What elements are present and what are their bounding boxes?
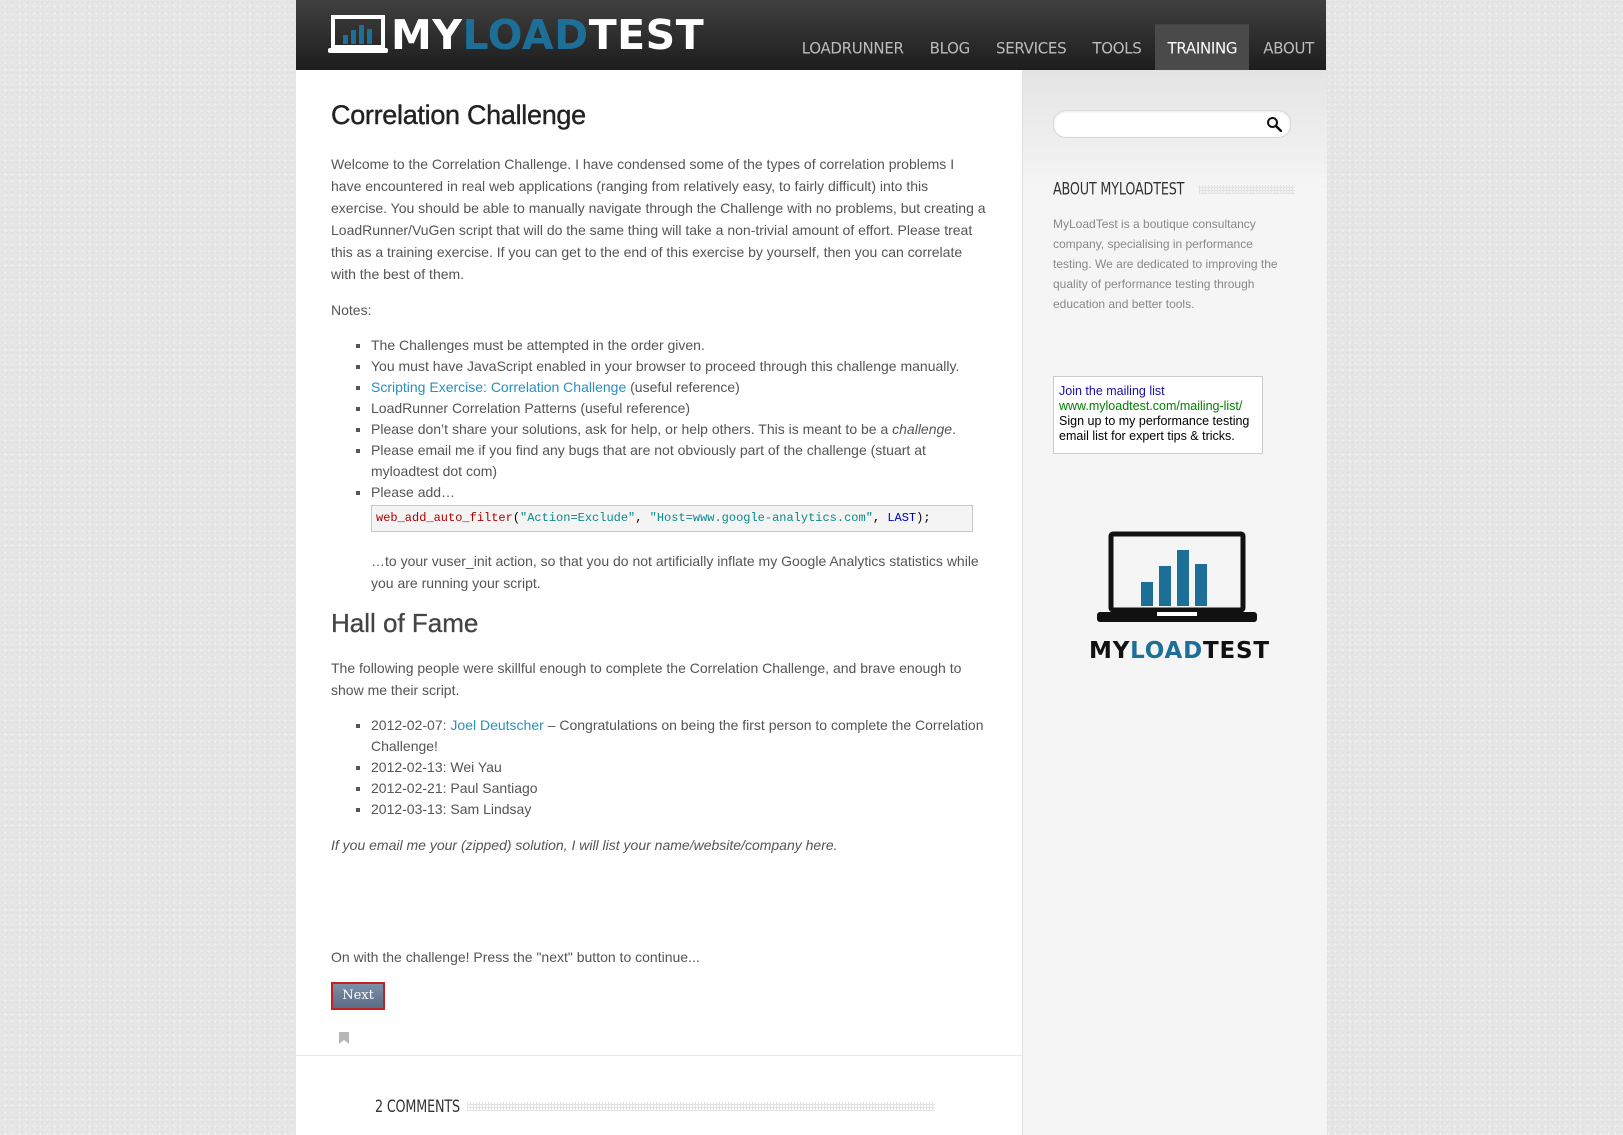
note-item: Scripting Exercise: Correlation Challeng…	[371, 377, 986, 398]
note-text: Please add…	[371, 484, 456, 500]
heading-dots	[1199, 184, 1295, 194]
entry-date: 2012-02-07:	[371, 717, 451, 733]
nav-item-blog[interactable]: BLOG	[918, 24, 982, 72]
nav-item-tools[interactable]: TOOLS	[1080, 24, 1153, 72]
nav-item-loadrunner[interactable]: LOADRUNNER	[790, 24, 916, 72]
note-text: …to your vuser_init action, so that you …	[371, 553, 979, 591]
comments-heading: 2 COMMENTS	[375, 1094, 935, 1118]
search-box	[1053, 110, 1291, 138]
hall-of-fame-note: If you email me your (zipped) solution, …	[331, 837, 838, 853]
list-item: 2012-03-13: Sam Lindsay	[371, 799, 986, 820]
note-item: You must have JavaScript enabled in your…	[371, 356, 986, 377]
logo-word-my: MY	[1089, 638, 1131, 664]
list-item: 2012-02-07: Joel Deutscher – Congratulat…	[371, 715, 986, 757]
list-item: 2012-02-13: Wei Yau	[371, 757, 986, 778]
main-nav: LOADRUNNER BLOG SERVICES TOOLS TRAINING …	[788, 24, 1326, 72]
article: Correlation Challenge Welcome to the Cor…	[331, 100, 986, 1010]
about-heading-text: ABOUT MYLOADTEST	[1053, 178, 1185, 200]
code-punct: ,	[635, 511, 650, 525]
hall-of-fame-list: 2012-02-07: Joel Deutscher – Congratulat…	[331, 715, 986, 820]
hall-of-fame-heading: Hall of Fame	[331, 608, 479, 638]
bookmark-icon[interactable]	[338, 1032, 350, 1044]
nav-item-services[interactable]: SERVICES	[984, 24, 1078, 72]
note-item: Please don’t share your solutions, ask f…	[371, 419, 986, 440]
note-text: .	[952, 421, 956, 437]
search-input[interactable]	[1062, 114, 1256, 134]
joel-deutscher-link[interactable]: Joel Deutscher	[450, 717, 543, 733]
heading-dots	[466, 1101, 935, 1111]
code-string: "Host=www.google-analytics.com"	[649, 511, 873, 525]
code-string: "Action=Exclude"	[520, 511, 636, 525]
intro-paragraph: Welcome to the Correlation Challenge. I …	[331, 156, 986, 282]
next-button[interactable]: Next	[331, 982, 385, 1010]
hall-of-fame-intro: The following people were skillful enoug…	[331, 660, 962, 698]
code-punct: );	[916, 511, 931, 525]
scripting-exercise-link[interactable]: Scripting Exercise: Correlation Challeng…	[371, 379, 626, 395]
site-logo[interactable]: MYLOADTEST	[328, 12, 704, 58]
mailing-list-desc: Sign up to my performance testing email …	[1059, 414, 1250, 443]
code-punct: ,	[872, 511, 888, 525]
note-text: Please don’t share your solutions, ask f…	[371, 421, 893, 437]
divider	[296, 1055, 1022, 1056]
main-content: Correlation Challenge Welcome to the Cor…	[296, 70, 1022, 1135]
mailing-list-url[interactable]: www.myloadtest.com/mailing-list/	[1059, 399, 1257, 414]
mailing-list-ad[interactable]: Join the mailing list www.myloadtest.com…	[1053, 376, 1263, 454]
about-text: MyLoadTest is a boutique consultancy com…	[1053, 217, 1278, 311]
logo-wordmark: MYLOADTEST	[391, 12, 704, 58]
logo-word-test: TEST	[588, 11, 705, 59]
logo-word-test: TEST	[1203, 638, 1270, 664]
code-keyword: LAST	[887, 511, 917, 525]
notes-list: The Challenges must be attempted in the …	[331, 335, 986, 594]
laptop-chart-icon	[328, 15, 388, 53]
note-item: Please add… web_add_auto_filter("Action=…	[371, 482, 986, 594]
logo-word-load: LOAD	[1130, 638, 1204, 664]
notes-label: Notes:	[331, 302, 372, 318]
search-icon[interactable]	[1266, 116, 1282, 132]
note-item: Please email me if you find any bugs tha…	[371, 440, 986, 482]
nav-item-about[interactable]: ABOUT	[1251, 24, 1326, 72]
sidebar: ABOUT MYLOADTEST MyLoadTest is a boutiqu…	[1022, 70, 1327, 1135]
challenge-emphasis: challenge	[892, 421, 953, 437]
note-text: (useful reference)	[626, 379, 740, 395]
code-punct: (	[512, 511, 521, 525]
code-function: web_add_auto_filter	[376, 511, 513, 525]
note-item: LoadRunner Correlation Patterns (useful …	[371, 398, 986, 419]
sidebar-logo-wordmark: MYLOADTEST	[1089, 638, 1270, 664]
logo-word-my: MY	[391, 11, 463, 59]
site-header: MYLOADTEST LOADRUNNER BLOG SERVICES TOOL…	[296, 0, 1326, 72]
about-heading: ABOUT MYLOADTEST	[1053, 178, 1295, 200]
page-title: Correlation Challenge	[331, 100, 587, 130]
continue-text: On with the challenge! Press the "next" …	[331, 949, 700, 965]
list-item: 2012-02-21: Paul Santiago	[371, 778, 986, 799]
comments-count: 2 COMMENTS	[375, 1095, 460, 1117]
nav-item-training[interactable]: TRAINING	[1155, 24, 1250, 72]
note-item: The Challenges must be attempted in the …	[371, 335, 986, 356]
logo-word-load: LOAD	[462, 11, 589, 59]
code-snippet: web_add_auto_filter("Action=Exclude", "H…	[371, 505, 973, 532]
laptop-chart-icon	[1097, 531, 1257, 622]
page-wrapper: MYLOADTEST LOADRUNNER BLOG SERVICES TOOL…	[296, 0, 1327, 1135]
mailing-list-title[interactable]: Join the mailing list	[1059, 384, 1257, 399]
